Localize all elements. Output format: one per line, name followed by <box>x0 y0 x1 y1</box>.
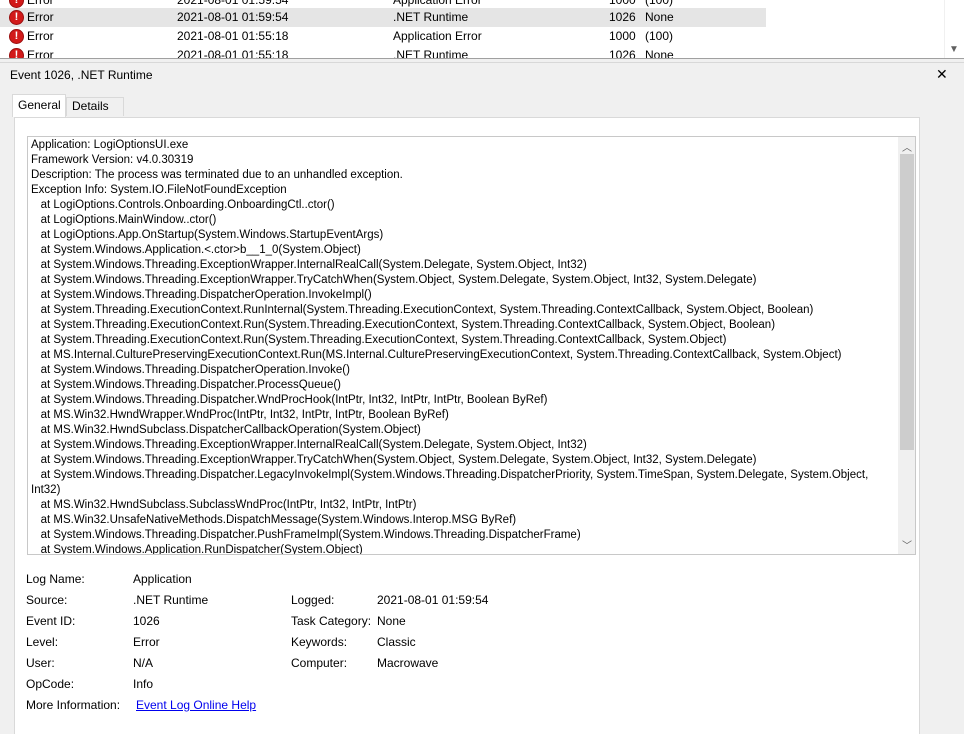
log-name-label: Log Name: <box>26 572 85 586</box>
event-source: Application Error <box>393 29 482 43</box>
user-label: User: <box>26 656 55 670</box>
event-row[interactable]: ! Error 2021-08-01 01:55:18 Application … <box>0 27 766 46</box>
pane-splitter[interactable] <box>0 58 964 63</box>
logged-label: Logged: <box>291 593 335 607</box>
scroll-down-icon[interactable]: ▼ <box>949 44 959 55</box>
tab-details[interactable]: Details <box>66 97 124 116</box>
scroll-up-icon[interactable]: ︿ <box>902 139 912 154</box>
computer-value: Macrowave <box>377 656 439 670</box>
tab-general[interactable]: General <box>12 94 66 117</box>
scroll-down-icon[interactable]: ﹀ <box>902 537 912 552</box>
error-icon: ! <box>9 0 24 8</box>
detail-title: Event 1026, .NET Runtime <box>10 68 153 82</box>
source-label: Source: <box>26 593 68 607</box>
description-scrollbar[interactable]: ︿ ﹀ <box>898 137 915 554</box>
task-category-label: Task Category: <box>291 614 372 628</box>
event-id-label: Event ID: <box>26 614 76 628</box>
logged-value: 2021-08-01 01:59:54 <box>377 593 489 607</box>
event-level: Error <box>27 10 54 24</box>
event-description-text[interactable]: Application: LogiOptionsUI.exe Framework… <box>31 138 897 554</box>
opcode-label: OpCode: <box>26 677 75 691</box>
event-description-box[interactable]: Application: LogiOptionsUI.exe Framework… <box>27 136 916 555</box>
event-source: .NET Runtime <box>393 48 469 58</box>
event-task: None <box>645 10 674 24</box>
computer-label: Computer: <box>291 656 348 670</box>
event-date: 2021-08-01 01:55:18 <box>177 48 289 58</box>
event-row[interactable]: ! Error 2021-08-01 01:55:18 .NET Runtime… <box>0 46 766 58</box>
event-level: Error <box>27 29 54 43</box>
event-list-scrollbar[interactable]: ▼ <box>944 0 964 58</box>
event-task: None <box>645 48 674 58</box>
task-category-value: None <box>377 614 406 628</box>
scrollbar-thumb[interactable] <box>900 154 914 450</box>
event-id-value: 1026 <box>133 614 160 628</box>
keywords-value: Classic <box>377 635 416 649</box>
event-task: (100) <box>645 29 674 43</box>
more-information-label: More Information: <box>26 698 121 712</box>
level-value: Error <box>133 635 160 649</box>
event-date: 2021-08-01 01:55:18 <box>177 29 289 43</box>
opcode-value: Info <box>133 677 154 691</box>
event-date: 2021-08-01 01:59:54 <box>177 10 289 24</box>
error-icon: ! <box>9 48 24 58</box>
error-icon: ! <box>9 29 24 44</box>
event-id: 1026 <box>609 10 636 24</box>
error-icon: ! <box>9 10 24 25</box>
user-value: N/A <box>133 656 154 670</box>
detail-header: Event 1026, .NET Runtime ✕ <box>0 64 964 86</box>
source-value: .NET Runtime <box>133 593 209 607</box>
event-level: Error <box>27 48 54 58</box>
log-name-value: Application <box>133 572 192 586</box>
close-icon[interactable]: ✕ <box>936 66 948 82</box>
event-log-online-help-link[interactable]: Event Log Online Help <box>136 698 256 712</box>
event-id: 1000 <box>609 29 636 43</box>
event-row-selected[interactable]: ! Error 2021-08-01 01:59:54 .NET Runtime… <box>0 8 766 27</box>
keywords-label: Keywords: <box>291 635 348 649</box>
event-list: ! Error 2021-08-01 01:59:54 Application … <box>0 0 964 58</box>
level-label: Level: <box>26 635 59 649</box>
event-source: .NET Runtime <box>393 10 469 24</box>
event-id: 1026 <box>609 48 636 58</box>
general-tab-panel: Application: LogiOptionsUI.exe Framework… <box>14 117 920 734</box>
